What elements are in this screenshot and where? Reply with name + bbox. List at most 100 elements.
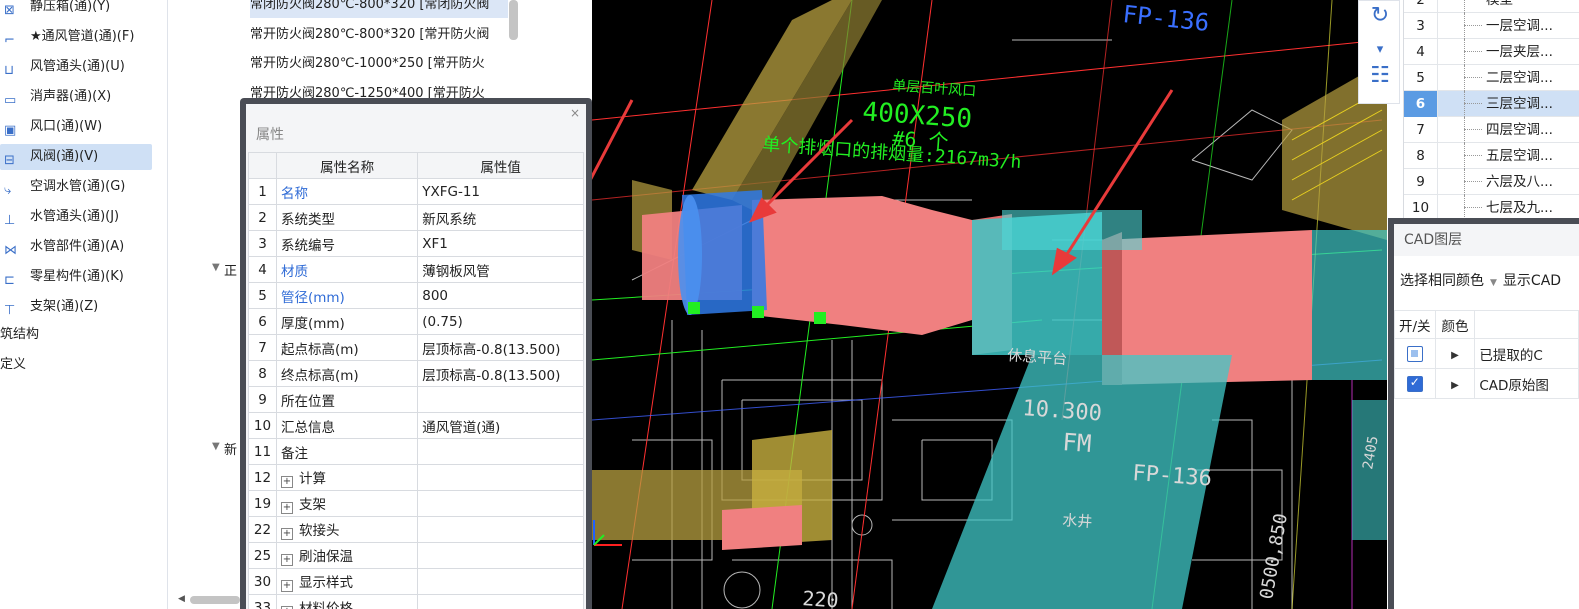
select-same-color-button[interactable]: 选择相同颜色 — [1400, 273, 1484, 289]
horizontal-scrollbar[interactable]: ◀ — [178, 594, 242, 606]
tree-item[interactable]: ⊟ 风阀(通)(V) — [0, 144, 152, 170]
property-value[interactable] — [417, 438, 584, 465]
tree-item[interactable]: ▣ 风口(通)(W) — [0, 114, 152, 140]
property-row[interactable]: 4 材质 薄钢板风管 — [248, 256, 584, 283]
property-group-label: 支架 — [298, 497, 326, 513]
floor-row[interactable]: 4 一层夹层... — [1404, 39, 1579, 65]
property-group-row[interactable]: 25 + 刷油保温 — [248, 542, 584, 569]
property-group-row[interactable]: 30 + 显示样式 — [248, 568, 584, 595]
property-group-row[interactable]: 33+材料价格 — [248, 594, 584, 609]
scroll-thumb[interactable] — [190, 596, 240, 604]
floor-row[interactable]: 6 三层空调... — [1404, 91, 1579, 117]
property-value[interactable]: (0.75) — [417, 308, 584, 335]
tree-item[interactable]: ⋈ 水管部件(通)(A) — [0, 234, 152, 260]
property-value[interactable]: 层顶标高-0.8(13.500) — [417, 360, 584, 387]
property-row[interactable]: 1 名称 YXFG-11 — [248, 178, 584, 205]
tree-item[interactable]: ▭ 消声器(通)(X) — [0, 84, 152, 110]
property-row[interactable]: 8 终点标高(m) 层顶标高-0.8(13.500) — [248, 360, 584, 387]
property-value[interactable] — [417, 386, 584, 413]
app-window: ⊠ 静压箱(通)(Y) ⌐ ★通风管道(通)(F) ⊔ 风管通头(通)(U) ▭ 消声器(通)… — [0, 0, 1579, 609]
expand-icon[interactable]: + — [280, 580, 293, 592]
property-row[interactable]: 2 系统类型 新风系统 — [248, 204, 584, 231]
expand-icon[interactable]: + — [280, 502, 293, 514]
expand-icon[interactable]: + — [280, 554, 293, 566]
property-group-row[interactable]: 12 + 计算 — [248, 464, 584, 491]
property-name: 起点标高(m) — [275, 334, 419, 361]
property-value[interactable]: YXFG-11 — [417, 178, 584, 205]
expand-triangle-icon[interactable]: ▶ — [1451, 380, 1459, 391]
scroll-left-icon[interactable]: ◀ — [178, 594, 185, 604]
tree-item[interactable]: ⊏ 零星构件(通)(K) — [0, 264, 152, 290]
property-group[interactable]: + 计算 — [275, 464, 419, 491]
floor-row[interactable]: 7 四层空调... — [1404, 117, 1579, 143]
expand-icon[interactable]: + — [280, 528, 293, 540]
property-value[interactable]: 层顶标高-0.8(13.500) — [417, 334, 584, 361]
property-row[interactable]: 6 厚度(mm) (0.75) — [248, 308, 584, 335]
floor-number: 2 — [1404, 0, 1438, 13]
property-group[interactable]: + 显示样式 — [275, 568, 419, 595]
refresh-icon[interactable]: ↻ — [1367, 3, 1393, 29]
floor-row[interactable]: 9 六层及八... — [1404, 169, 1579, 195]
group-caret-icon[interactable]: ▼ — [212, 441, 220, 452]
cad-label-louver: 单层百叶风口 — [892, 78, 977, 100]
property-row[interactable]: 10 汇总信息 通风管道(通) — [248, 412, 584, 439]
close-icon[interactable]: × — [570, 106, 580, 120]
property-row[interactable]: 9 所在位置 — [248, 386, 584, 413]
tree-item[interactable]: ⊤ 支架(通)(Z) — [0, 294, 152, 320]
property-group[interactable]: + 支架 — [275, 490, 419, 517]
property-group[interactable]: + 刷油保温 — [275, 542, 419, 569]
tree-item[interactable]: ⌐ ★通风管道(通)(F) — [0, 24, 152, 50]
layer-toggle-cell — [1394, 368, 1436, 399]
property-value[interactable]: 800 — [417, 282, 584, 309]
property-row[interactable]: 3 系统编号 XF1 — [248, 230, 584, 257]
floor-row[interactable]: 8 五层空调... — [1404, 143, 1579, 169]
cad-3d-viewport[interactable]: 单层百叶风口 400X250 #6 个 单个排烟口的排烟量:2167m3/h F… — [592, 0, 1387, 609]
tree-category[interactable]: 筑结构 — [0, 323, 39, 347]
tree-connector — [1464, 207, 1482, 208]
property-value[interactable]: 通风管道(通) — [417, 412, 584, 439]
property-row-number: 7 — [248, 334, 277, 361]
cad-layer-row[interactable]: ▶ CAD原始图 — [1394, 368, 1579, 399]
cad-layer-row[interactable]: ▶ 已提取的C — [1394, 338, 1579, 369]
property-group-row[interactable]: 19 + 支架 — [248, 490, 584, 517]
component-list-item[interactable]: 常开防火阀280℃-800*320 [常开防火阀 — [250, 22, 508, 48]
layer-name: 已提取的C — [1474, 338, 1579, 369]
property-value[interactable]: XF1 — [417, 230, 584, 257]
dropdown-icon[interactable]: ▾ — [1367, 37, 1393, 63]
group-caret-icon[interactable]: ▼ — [212, 262, 220, 273]
property-group[interactable]: + 软接头 — [275, 516, 419, 543]
tree-item[interactable]: ⊔ 风管通头(通)(U) — [0, 54, 152, 80]
component-list-item[interactable]: 常开防火阀280℃-1000*250 [常开防火 — [250, 51, 508, 77]
layer-visibility-checkbox[interactable] — [1406, 345, 1423, 362]
expand-icon[interactable]: + — [280, 476, 293, 488]
floor-row[interactable]: 5 二层空调... — [1404, 65, 1579, 91]
tree-item[interactable]: ⤷ 空调水管(通)(G) — [0, 174, 152, 200]
property-value[interactable]: 新风系统 — [417, 204, 584, 231]
property-row[interactable]: 5 管径(mm) 800 — [248, 282, 584, 309]
tree-item-label: ★通风管道(通)(F) — [30, 29, 135, 44]
component-list-item[interactable]: 常闭防火阀280℃-800*320 [常闭防火阀 — [250, 0, 508, 18]
floor-row[interactable]: 3 一层空调... — [1404, 13, 1579, 39]
chevron-down-icon[interactable]: ▼ — [1490, 278, 1497, 288]
layer-visibility-checkbox[interactable] — [1406, 375, 1423, 392]
tree-item[interactable]: ⊥ 水管通头(通)(J) — [0, 204, 152, 230]
property-row[interactable]: 7 起点标高(m) 层顶标高-0.8(13.500) — [248, 334, 584, 361]
layer-view-icon[interactable]: ☷ — [1367, 63, 1393, 89]
property-group[interactable]: +材料价格 — [275, 594, 419, 609]
property-row[interactable]: 11 备注 — [248, 438, 584, 465]
property-row-number: 2 — [248, 204, 277, 231]
ac-water-pipe-icon: ⤷ — [4, 183, 12, 198]
show-cad-button[interactable]: 显示CAD — [1503, 273, 1561, 289]
list-scrollbar[interactable] — [509, 0, 518, 40]
property-row-number: 19 — [248, 490, 277, 517]
properties-title: 属性 — [256, 127, 284, 143]
property-row-number: 4 — [248, 256, 277, 283]
tree-item[interactable]: ⊠ 静压箱(通)(Y) — [0, 0, 152, 20]
expand-triangle-icon[interactable]: ▶ — [1451, 350, 1459, 361]
property-group-row[interactable]: 22 + 软接头 — [248, 516, 584, 543]
group-label: 新 — [224, 443, 238, 458]
tree-category[interactable]: 定义 — [0, 353, 26, 377]
property-value[interactable]: 薄钢板风管 — [417, 256, 584, 283]
air-valve-icon: ⊟ — [4, 153, 15, 168]
floor-row[interactable]: 2 模型 — [1404, 0, 1579, 13]
